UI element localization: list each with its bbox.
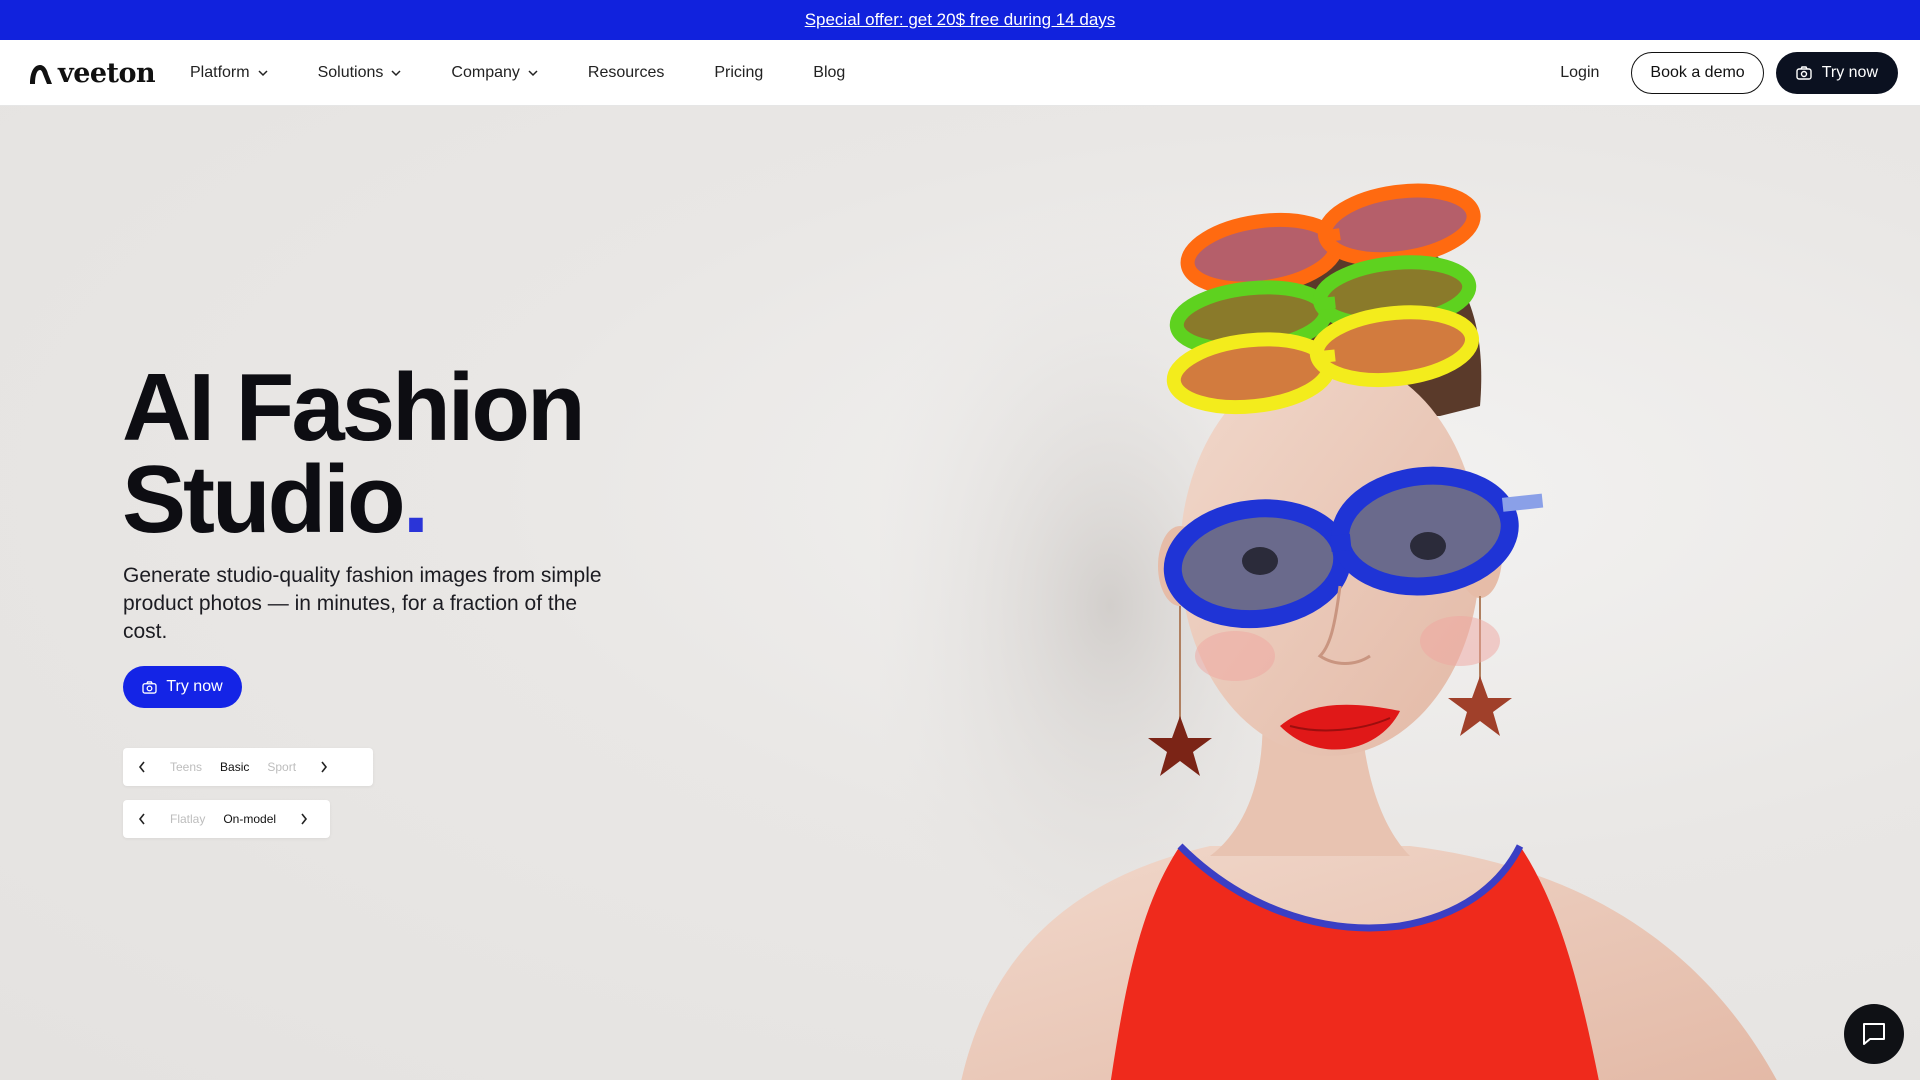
type-option-prev[interactable]: Flatlay [161, 812, 214, 826]
menu-label: Platform [190, 64, 250, 81]
promo-link[interactable]: Special offer: get 20$ free during 14 da… [805, 10, 1116, 30]
logo-text: veeton [58, 58, 156, 89]
style-option-prev[interactable]: Teens [161, 760, 211, 774]
chevron-left-icon [138, 813, 145, 825]
menu-label: Pricing [714, 64, 764, 81]
chevron-down-icon [258, 70, 268, 77]
hero-title-line1: AI Fashion [122, 354, 586, 461]
hero-subtitle: Generate studio-quality fashion images f… [123, 564, 602, 643]
try-now-hero-button[interactable]: Try now [123, 666, 242, 708]
style-prev-button[interactable] [123, 748, 161, 786]
menu-label: Company [451, 64, 520, 81]
logo[interactable]: veeton [28, 58, 156, 89]
menu-item-blog[interactable]: Blog [813, 64, 845, 82]
menu-item-platform[interactable]: Platform [190, 64, 268, 82]
hero-title-dot: . [402, 446, 430, 553]
type-option-current[interactable]: On-model [214, 812, 285, 826]
menu-label: Solutions [317, 64, 384, 81]
chevron-down-icon [528, 70, 538, 77]
chevron-right-icon [321, 761, 328, 773]
menu-item-company[interactable]: Company [451, 64, 538, 82]
camera-icon [142, 680, 157, 694]
menu-item-pricing[interactable]: Pricing [714, 64, 763, 82]
hero-title: AI Fashion Studio. [122, 360, 722, 548]
nav-actions: Login Book a demo Try now [1560, 40, 1898, 106]
hero-title-line2: Studio [122, 446, 406, 553]
chevron-down-icon [391, 70, 401, 77]
try-now-hero-label: Try now [166, 678, 223, 695]
style-selector: Teens Basic Sport [123, 748, 373, 786]
login-link[interactable]: Login [1560, 64, 1599, 82]
camera-icon [1795, 66, 1812, 80]
style-option-current[interactable]: Basic [211, 760, 258, 774]
menu-label: Blog [813, 64, 846, 81]
top-nav: veeton Platform Solutions Company Resour… [0, 40, 1920, 106]
chevron-right-icon [301, 813, 308, 825]
type-next-button[interactable] [285, 800, 323, 838]
hero-section: AI Fashion Studio. Generate studio-quali… [0, 106, 1920, 1080]
chat-button[interactable] [1844, 1004, 1904, 1064]
chevron-left-icon [138, 761, 145, 773]
hero-model-image [880, 183, 1777, 1080]
try-now-label: Try now [1821, 64, 1878, 81]
promo-bar: Special offer: get 20$ free during 14 da… [0, 0, 1920, 40]
menu-label: Resources [587, 64, 665, 81]
menu-item-solutions[interactable]: Solutions [318, 64, 402, 82]
style-next-button[interactable] [305, 748, 343, 786]
menu-item-resources[interactable]: Resources [588, 64, 664, 82]
type-selector: Flatlay On-model [123, 800, 330, 838]
main-menu: Platform Solutions Company Resources Pri… [190, 40, 895, 106]
try-now-nav-button[interactable]: Try now [1775, 52, 1898, 94]
style-option-next[interactable]: Sport [258, 760, 305, 774]
book-demo-button[interactable]: Book a demo [1631, 52, 1764, 94]
type-prev-button[interactable] [123, 800, 161, 838]
logo-mark-icon [30, 64, 52, 84]
chat-icon [1863, 1023, 1885, 1045]
